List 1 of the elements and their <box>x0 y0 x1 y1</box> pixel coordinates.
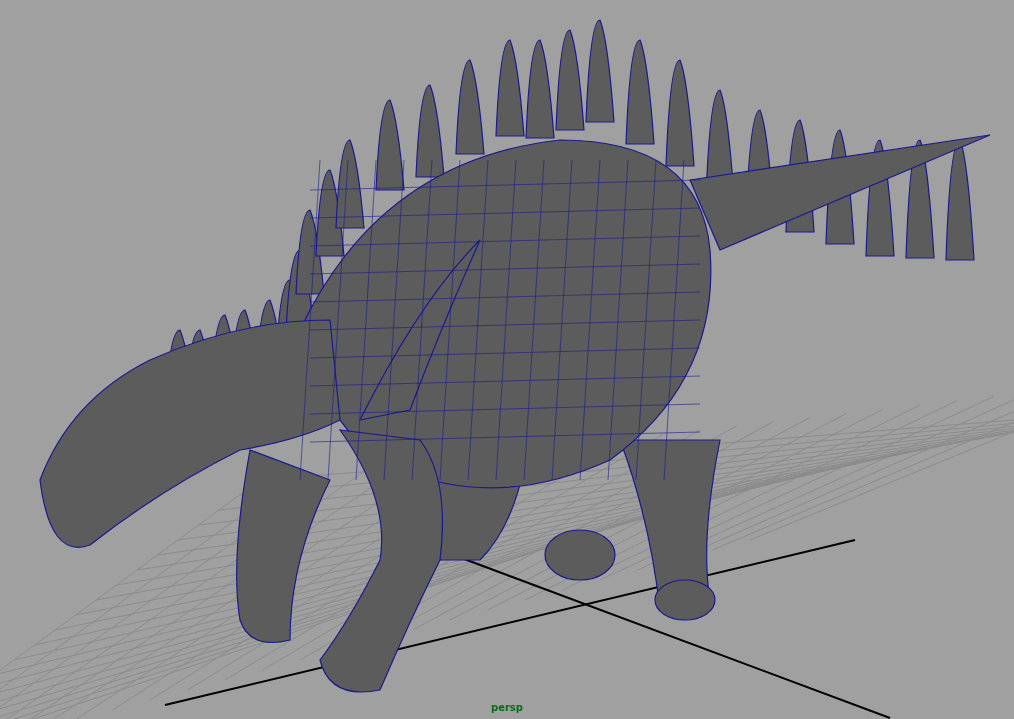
camera-label: persp <box>491 702 523 713</box>
